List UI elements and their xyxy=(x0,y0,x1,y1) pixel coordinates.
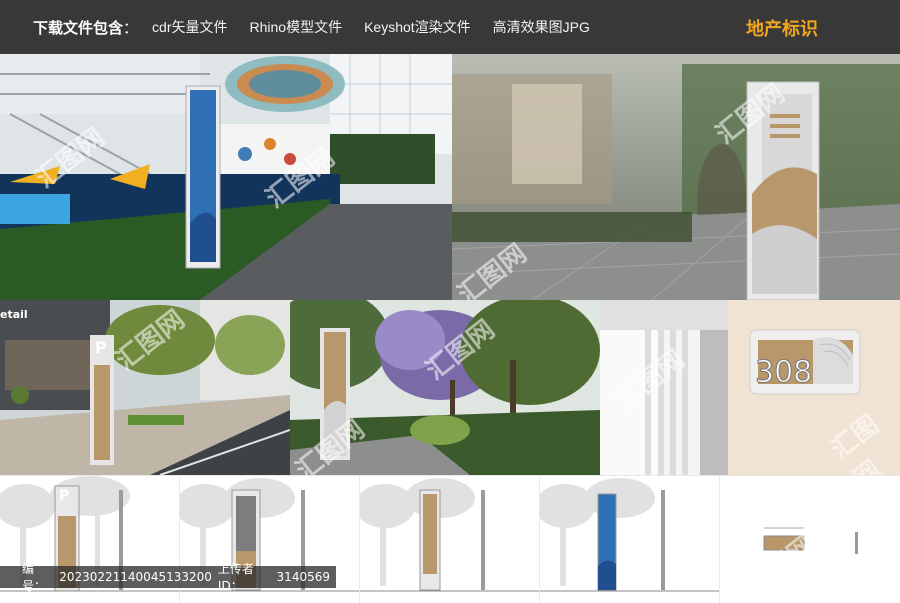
footer-id-label: 编号： xyxy=(22,562,47,593)
panel-street-render: etail P 汇图网 xyxy=(0,300,290,475)
footer-uploader-label: 上传者ID： xyxy=(217,562,254,593)
drawing-5: 汇图网 xyxy=(720,476,900,603)
panel-plaza-render: 汇图网 汇图网 xyxy=(452,54,900,300)
footer-id-strip: 编号： 20230221140045133200 上传者ID： 3140569 xyxy=(0,562,336,593)
footer-id-value: 20230221140045133200 xyxy=(59,570,212,584)
drawing-4 xyxy=(540,476,719,603)
street-sign-text: etail xyxy=(0,308,28,321)
panel-interior-render: 汇图网 xyxy=(600,300,728,475)
footer-uploader-value: 3140569 xyxy=(276,570,330,584)
parking-letter: P xyxy=(95,338,107,357)
format-rhino: Rhino模型文件 xyxy=(249,19,343,35)
room-number: 308 xyxy=(754,355,813,391)
package-label: 下载文件包含 xyxy=(33,18,124,37)
format-jpg: 高清效果图JPG xyxy=(492,19,590,35)
panel-garden-render: 汇图网 汇图网 xyxy=(290,300,600,475)
panel-room-plate: 308 汇图网 xyxy=(728,300,900,475)
panel-playground-render: 汇图网 汇图网 xyxy=(0,54,452,300)
format-keyshot: Keyshot渲染文件 xyxy=(364,19,471,35)
brand-title: 地产标识 xyxy=(746,19,818,40)
package-colon: ： xyxy=(123,18,139,37)
format-cdr: cdr矢量文件 xyxy=(152,19,228,35)
top-bar: 下载文件包含 ： cdr矢量文件 Rhino模型文件 Keyshot渲染文件 高… xyxy=(0,0,900,54)
drawing-3 xyxy=(360,476,539,603)
drawing-1-parking-letter: P xyxy=(59,488,70,504)
